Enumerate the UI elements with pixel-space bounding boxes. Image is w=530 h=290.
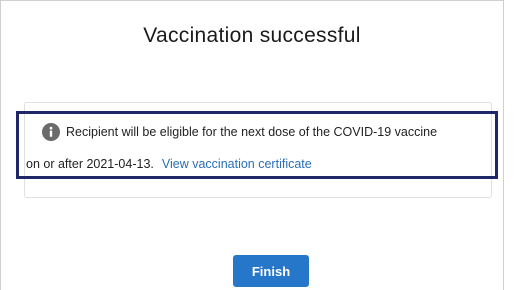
eligibility-date-text: on or after 2021-04-13.: [26, 157, 154, 171]
page-title: Vaccination successful: [143, 24, 361, 47]
info-icon: [42, 123, 60, 141]
view-certificate-link[interactable]: View vaccination certificate: [162, 157, 312, 171]
eligibility-message-line1: Recipient will be eligible for the next …: [42, 121, 437, 143]
eligibility-message-line2: on or after 2021-04-13. View vaccination…: [26, 155, 312, 173]
eligibility-message-text: Recipient will be eligible for the next …: [66, 125, 438, 139]
finish-button[interactable]: Finish: [233, 255, 309, 287]
